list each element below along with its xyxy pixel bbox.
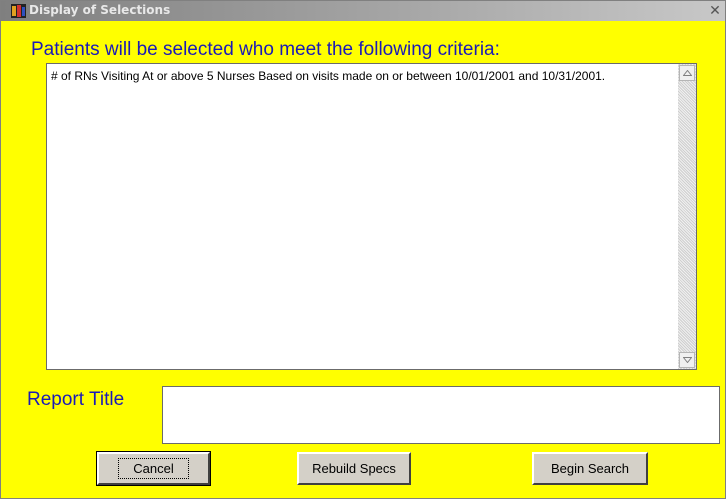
- selection-dialog: Display of Selections ✕ Patients will be…: [0, 0, 726, 499]
- scroll-up-arrow-icon[interactable]: [679, 65, 695, 81]
- rebuild-specs-button-label: Rebuild Specs: [312, 461, 396, 476]
- begin-search-button-label: Begin Search: [550, 461, 630, 476]
- criteria-text: # of RNs Visiting At or above 5 Nurses B…: [51, 69, 606, 83]
- report-title-label: Report Title: [27, 389, 125, 410]
- cancel-button-label: Cancel: [118, 458, 189, 479]
- scroll-down-arrow-icon[interactable]: [679, 352, 695, 368]
- cancel-button[interactable]: Cancel: [96, 451, 211, 486]
- close-icon[interactable]: ✕: [708, 3, 722, 17]
- rebuild-specs-button[interactable]: Rebuild Specs: [297, 452, 411, 485]
- criteria-textarea[interactable]: # of RNs Visiting At or above 5 Nurses B…: [46, 63, 697, 370]
- criteria-heading: Patients will be selected who meet the f…: [31, 39, 500, 60]
- vertical-scrollbar[interactable]: [678, 64, 696, 369]
- window-title: Display of Selections: [29, 3, 171, 17]
- begin-search-button[interactable]: Begin Search: [532, 452, 648, 485]
- app-icon: [11, 4, 26, 18]
- report-title-input[interactable]: [162, 386, 720, 444]
- title-bar[interactable]: Display of Selections ✕: [1, 1, 725, 21]
